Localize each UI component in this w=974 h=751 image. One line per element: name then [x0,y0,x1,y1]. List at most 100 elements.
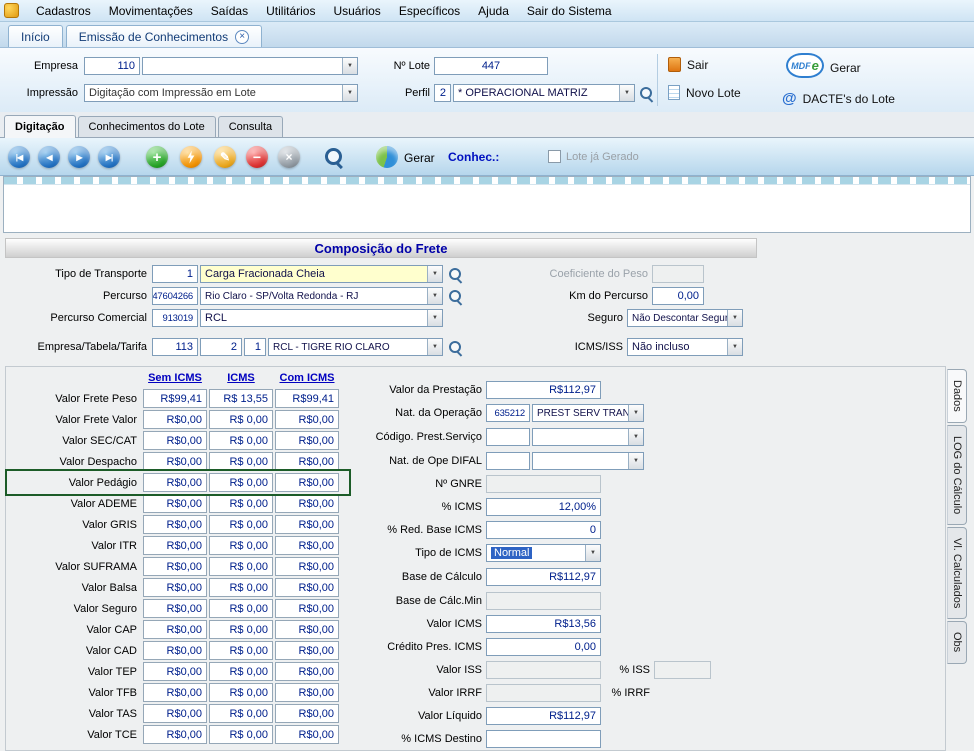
valores-sem-icms-field[interactable]: R$0,00 [143,557,207,576]
valores-com-icms-field[interactable]: R$0,00 [275,683,339,702]
chevron-down-icon[interactable]: ▼ [628,453,643,469]
valores-com-icms-field[interactable]: R$0,00 [275,431,339,450]
perfil-combo[interactable]: * OPERACIONAL MATRIZ ▼ [453,84,635,102]
valores-icms-field[interactable]: R$ 0,00 [209,473,273,492]
valores-icms-field[interactable]: R$ 0,00 [209,683,273,702]
valores-com-icms-field[interactable]: R$0,00 [275,494,339,513]
seguro-combo[interactable]: Não Descontar Seguro do Frete P ▼ [627,309,743,327]
chevron-down-icon[interactable]: ▼ [727,310,742,326]
menu-item[interactable]: Sair do Sistema [518,1,621,21]
chevron-down-icon[interactable]: ▼ [342,58,357,74]
valores-sem-icms-field[interactable]: R$0,00 [143,662,207,681]
impressao-combo[interactable]: Digitação com Impressão em Lote ▼ [84,84,358,102]
menu-item[interactable]: Cadastros [27,1,100,21]
tabela-num-field[interactable]: 2 [200,338,242,356]
valores-icms-field[interactable]: R$ 0,00 [209,515,273,534]
tipo-icms-combo[interactable]: Normal ▼ [486,544,601,562]
subtab[interactable]: Conhecimentos do Lote [78,116,216,137]
valores-com-icms-field[interactable]: R$0,00 [275,641,339,660]
valores-icms-field[interactable]: R$ 0,00 [209,431,273,450]
valores-com-icms-field[interactable]: R$0,00 [275,410,339,429]
search-records-icon[interactable] [324,147,345,168]
menu-item[interactable]: Ajuda [469,1,518,21]
chevron-down-icon[interactable]: ▼ [427,339,442,355]
search-icon[interactable] [448,289,463,304]
valores-sem-icms-field[interactable]: R$0,00 [143,515,207,534]
side-tab[interactable]: Dados [947,369,967,423]
menu-item[interactable]: Específicos [390,1,469,21]
valores-com-icms-field[interactable]: R$0,00 [275,578,339,597]
percurso-code-field[interactable]: 47604266 [152,287,198,305]
tab-emissao-conhecimentos[interactable]: Emissão de Conhecimentos × [66,25,262,47]
cancel-button[interactable]: × [278,146,300,168]
valores-sem-icms-field[interactable]: R$0,00 [143,473,207,492]
nat-difal-combo[interactable]: ▼ [532,452,644,470]
valores-icms-field[interactable]: R$ 0,00 [209,599,273,618]
chevron-down-icon[interactable]: ▼ [628,405,643,421]
valores-com-icms-field[interactable]: R$0,00 [275,536,339,555]
edit-record-button[interactable]: ✎ [214,146,236,168]
valores-icms-field[interactable]: R$ 0,00 [209,662,273,681]
gerar-toolbar-label[interactable]: Gerar [404,151,435,165]
tab-close-icon[interactable]: × [235,30,249,44]
side-tab[interactable]: Vl. Calculados [947,527,967,619]
chevron-down-icon[interactable]: ▼ [619,85,634,101]
valores-sem-icms-field[interactable]: R$0,00 [143,578,207,597]
nat-operacao-combo[interactable]: PREST SERV TRANSI ▼ [532,404,644,422]
menu-item[interactable]: Utilitários [257,1,324,21]
percurso-comercial-code-field[interactable]: 913019 [152,309,198,327]
valores-com-icms-field[interactable]: R$0,00 [275,599,339,618]
valores-sem-icms-field[interactable]: R$99,41 [143,389,207,408]
percurso-combo[interactable]: Rio Claro - SP/Volta Redonda - RJ ▼ [200,287,443,305]
valores-com-icms-field[interactable]: R$99,41 [275,389,339,408]
valores-icms-field[interactable]: R$ 0,00 [209,620,273,639]
records-grid[interactable] [3,176,971,233]
valores-icms-field[interactable]: R$ 0,00 [209,641,273,660]
delete-record-button[interactable]: − [246,146,268,168]
valores-com-icms-field[interactable]: R$0,00 [275,557,339,576]
codigo-prest-combo[interactable]: ▼ [532,428,644,446]
gerar-mdfe-button[interactable]: Gerar [830,61,861,75]
empresa-combo[interactable]: ▼ [142,57,358,75]
km-percurso-field[interactable]: 0,00 [652,287,704,305]
valores-icms-field[interactable]: R$ 0,00 [209,725,273,744]
valores-com-icms-field[interactable]: R$0,00 [275,725,339,744]
chevron-down-icon[interactable]: ▼ [727,339,742,355]
codigo-prest-code-field[interactable] [486,428,530,446]
valores-sem-icms-field[interactable]: R$0,00 [143,704,207,723]
nav-first-button[interactable]: |◀ [8,146,30,168]
perfil-code-field[interactable]: 2 [434,84,451,102]
valores-sem-icms-field[interactable]: R$0,00 [143,431,207,450]
post-lightning-button[interactable] [180,146,202,168]
valores-icms-field[interactable]: R$ 0,00 [209,410,273,429]
valores-sem-icms-field[interactable]: R$0,00 [143,410,207,429]
chevron-down-icon[interactable]: ▼ [585,545,600,561]
valores-sem-icms-field[interactable]: R$0,00 [143,725,207,744]
tab-inicio[interactable]: Início [8,25,63,47]
valores-sem-icms-field[interactable]: R$0,00 [143,599,207,618]
nav-last-button[interactable]: ▶| [98,146,120,168]
valor-liquido-field[interactable]: R$112,97 [486,707,601,725]
chevron-down-icon[interactable]: ▼ [427,288,442,304]
icms-iss-combo[interactable]: Não incluso ▼ [627,338,743,356]
valores-icms-field[interactable]: R$ 0,00 [209,494,273,513]
credito-pres-icms-field[interactable]: 0,00 [486,638,601,656]
novo-lote-button[interactable]: Novo Lote [668,85,741,100]
sair-button[interactable]: Sair [668,57,708,72]
valores-com-icms-field[interactable]: R$0,00 [275,620,339,639]
search-icon[interactable] [639,86,654,101]
add-record-button[interactable]: + [146,146,168,168]
tipo-transporte-code-field[interactable]: 1 [152,265,198,283]
nat-operacao-code-field[interactable]: 635212 [486,404,530,422]
subtab[interactable]: Consulta [218,116,283,137]
chevron-down-icon[interactable]: ▼ [342,85,357,101]
valores-sem-icms-field[interactable]: R$0,00 [143,536,207,555]
menu-item[interactable]: Movimentações [100,1,202,21]
valores-icms-field[interactable]: R$ 0,00 [209,452,273,471]
valor-icms-field[interactable]: R$13,56 [486,615,601,633]
nav-next-button[interactable]: ▶ [68,146,90,168]
valores-icms-field[interactable]: R$ 0,00 [209,536,273,555]
tipo-transporte-combo[interactable]: Carga Fracionada Cheia ▼ [200,265,443,283]
valores-com-icms-field[interactable]: R$0,00 [275,452,339,471]
valores-icms-field[interactable]: R$ 0,00 [209,578,273,597]
